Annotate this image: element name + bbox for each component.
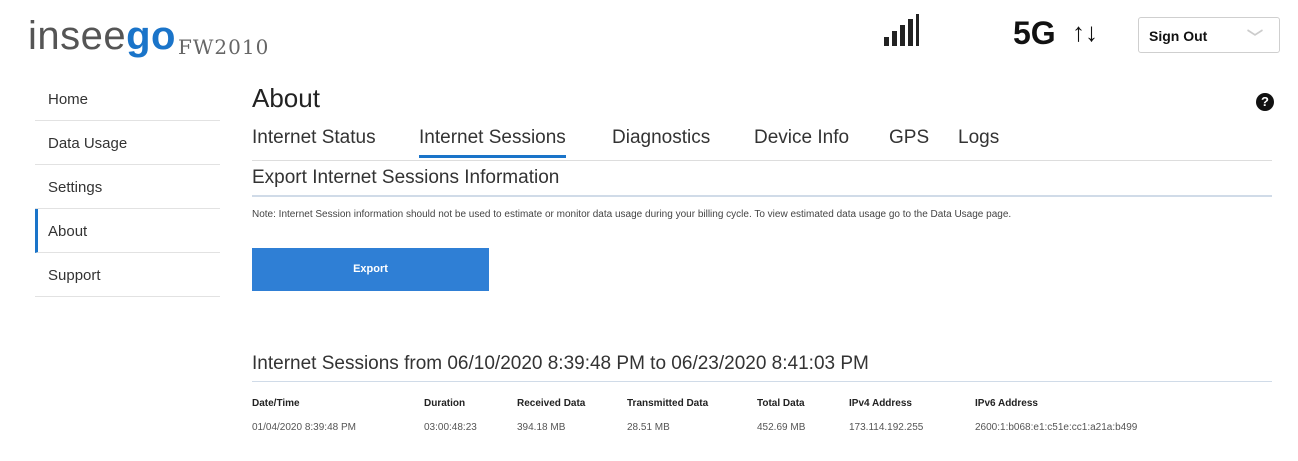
- table-row: 01/04/2020 8:39:48 PM 03:00:48:23 394.18…: [252, 418, 1272, 442]
- usage-note: Note: Internet Session information shoul…: [252, 209, 1012, 220]
- chevron-down-icon: ﹀: [1246, 30, 1263, 47]
- export-button[interactable]: Export: [252, 248, 489, 291]
- sidebar-item-about[interactable]: About: [35, 209, 220, 253]
- inseego-logo: inseego: [28, 14, 176, 59]
- tab-internet-status[interactable]: Internet Status: [252, 127, 376, 155]
- help-icon[interactable]: ?: [1256, 93, 1274, 111]
- cell-duration: 03:00:48:23: [424, 422, 477, 433]
- table-header-row: Date/Time Duration Received Data Transmi…: [252, 394, 1272, 418]
- network-type: 5G: [1013, 15, 1056, 51]
- signal-bars-icon: [884, 14, 928, 46]
- sidebar-item-support[interactable]: Support: [35, 253, 220, 297]
- sessions-title: Internet Sessions from 06/10/2020 8:39:4…: [252, 353, 1272, 382]
- column-header-total: Total Data: [757, 398, 805, 409]
- sidebar-item-label: Home: [48, 91, 89, 108]
- sidebar-item-home[interactable]: Home: [35, 77, 220, 121]
- sign-out-label: Sign Out: [1149, 28, 1208, 44]
- sidebar-item-settings[interactable]: Settings: [35, 165, 220, 209]
- sidebar-item-label: About: [48, 223, 88, 240]
- column-header-ipv4: IPv4 Address: [849, 398, 912, 409]
- cell-ipv6: 2600:1:b068:e1:c51e:cc1:a21a:b499: [975, 422, 1138, 433]
- cell-transmitted: 28.51 MB: [627, 422, 670, 433]
- tab-gps[interactable]: GPS: [889, 127, 929, 155]
- cell-received: 394.18 MB: [517, 422, 566, 433]
- device-model: FW2010: [178, 35, 270, 59]
- column-header-ipv6: IPv6 Address: [975, 398, 1038, 409]
- column-header-duration: Duration: [424, 398, 466, 409]
- cell-total: 452.69 MB: [757, 422, 806, 433]
- sidebar-nav: Home Data Usage Settings About Support: [35, 77, 220, 297]
- tab-logs[interactable]: Logs: [958, 127, 999, 155]
- sidebar-item-label: Support: [48, 267, 101, 284]
- main-content: About ? Internet Status Internet Session…: [252, 83, 1274, 433]
- page-title: About: [252, 83, 320, 113]
- sidebar-item-label: Data Usage: [48, 135, 128, 152]
- export-section-title: Export Internet Sessions Information: [252, 167, 1272, 197]
- tab-internet-sessions[interactable]: Internet Sessions: [419, 127, 566, 158]
- column-header-date-time: Date/Time: [252, 398, 300, 409]
- sidebar-item-data-usage[interactable]: Data Usage: [35, 121, 220, 165]
- data-activity-icon: ↑↓: [1072, 17, 1098, 47]
- cell-date-time: 01/04/2020 8:39:48 PM: [252, 422, 356, 433]
- column-header-transmitted: Transmitted Data: [627, 398, 709, 409]
- sidebar-item-label: Settings: [48, 179, 103, 196]
- cell-ipv4: 173.114.192.255: [849, 422, 924, 433]
- logo-suffix: go: [126, 14, 176, 58]
- logo-prefix: insee: [28, 14, 127, 58]
- tab-device-info[interactable]: Device Info: [754, 127, 849, 155]
- sessions-table: Date/Time Duration Received Data Transmi…: [252, 394, 1272, 442]
- tab-bar: Internet Status Internet Sessions Diagno…: [252, 127, 1272, 161]
- tab-diagnostics[interactable]: Diagnostics: [612, 127, 710, 155]
- column-header-received: Received Data: [517, 398, 586, 409]
- sign-out-dropdown[interactable]: Sign Out ﹀: [1138, 17, 1280, 53]
- header: inseego FW2010 5G ↑↓ Sign Out ﹀: [0, 0, 1298, 75]
